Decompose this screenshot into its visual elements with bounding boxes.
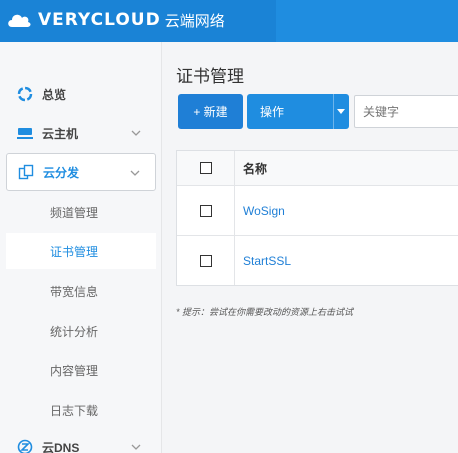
new-button[interactable]: + 新建 — [178, 94, 243, 129]
row-checkbox[interactable] — [199, 254, 212, 267]
table-row[interactable]: WoSign — [177, 185, 458, 235]
sidebar: 总览 云主机 云分发 频道管理 证书管理 带宽信息 统计分析 内容管理 日志下载… — [0, 42, 162, 453]
operations-dropdown-button[interactable]: 操作 — [247, 94, 349, 129]
sidebar-sub-content[interactable]: 内容管理 — [6, 352, 156, 388]
overview-icon — [16, 85, 34, 103]
sidebar-item-label: 云主机 — [42, 126, 79, 141]
sidebar-item-dns[interactable]: 云DNS — [6, 428, 156, 453]
hint-text: * 提示：尝试在你需要改动的资源上右击试试 — [176, 307, 354, 317]
keyword-search-input[interactable] — [354, 95, 458, 128]
sidebar-item-cloud-host[interactable]: 云主机 — [6, 114, 156, 152]
certificate-link[interactable]: WoSign — [243, 204, 285, 218]
sidebar-item-label: 云DNS — [42, 440, 80, 453]
table-row[interactable]: StartSSL — [177, 235, 458, 285]
chevron-down-icon — [130, 170, 140, 176]
column-header-name[interactable]: 名称 — [235, 160, 267, 177]
sidebar-item-overview[interactable]: 总览 — [6, 75, 156, 113]
brand-wordmark-cn: 云端网络 — [164, 12, 225, 30]
sidebar-sub-logs[interactable]: 日志下载 — [6, 392, 156, 428]
caret-down-icon[interactable] — [337, 109, 345, 114]
dropdown-divider — [333, 94, 334, 129]
name-cell: WoSign — [235, 204, 285, 218]
select-all-checkbox[interactable] — [199, 162, 212, 174]
top-bar: VERYCLOUD 云端网络 — [0, 0, 458, 42]
chevron-down-icon — [131, 444, 141, 450]
page-title: 证书管理 — [176, 67, 244, 86]
dns-icon — [16, 438, 34, 453]
sidebar-item-cdn[interactable]: 云分发 — [6, 153, 156, 191]
cdn-icon — [17, 163, 35, 181]
certificate-table: 名称 WoSign StartSSL — [176, 150, 458, 286]
sidebar-item-label: 总览 — [42, 87, 67, 102]
sidebar-sub-bandwidth[interactable]: 带宽信息 — [6, 273, 156, 309]
server-icon — [16, 124, 34, 142]
operations-label: 操作 — [260, 105, 285, 119]
sidebar-item-label: 云分发 — [43, 165, 80, 180]
main-content: 证书管理 + 新建 操作 名称 WoSign StartSSL — [162, 42, 458, 453]
brand-logo[interactable]: VERYCLOUD 云端网络 — [6, 9, 225, 31]
brand-wordmark: VERYCLOUD — [38, 10, 161, 30]
table-header-row: 名称 — [177, 151, 458, 185]
sidebar-sub-certificate[interactable]: 证书管理 — [6, 233, 156, 269]
cloud-logo-icon — [8, 14, 31, 27]
row-checkbox[interactable] — [199, 204, 212, 217]
name-cell: StartSSL — [235, 254, 291, 268]
select-all-cell — [177, 151, 235, 185]
row-checkbox-cell — [177, 186, 235, 235]
sidebar-sub-statistics[interactable]: 统计分析 — [6, 313, 156, 349]
sidebar-sub-channel[interactable]: 频道管理 — [6, 194, 156, 230]
certificate-link[interactable]: StartSSL — [243, 254, 291, 268]
chevron-down-icon — [131, 130, 141, 136]
row-checkbox-cell — [177, 236, 235, 285]
